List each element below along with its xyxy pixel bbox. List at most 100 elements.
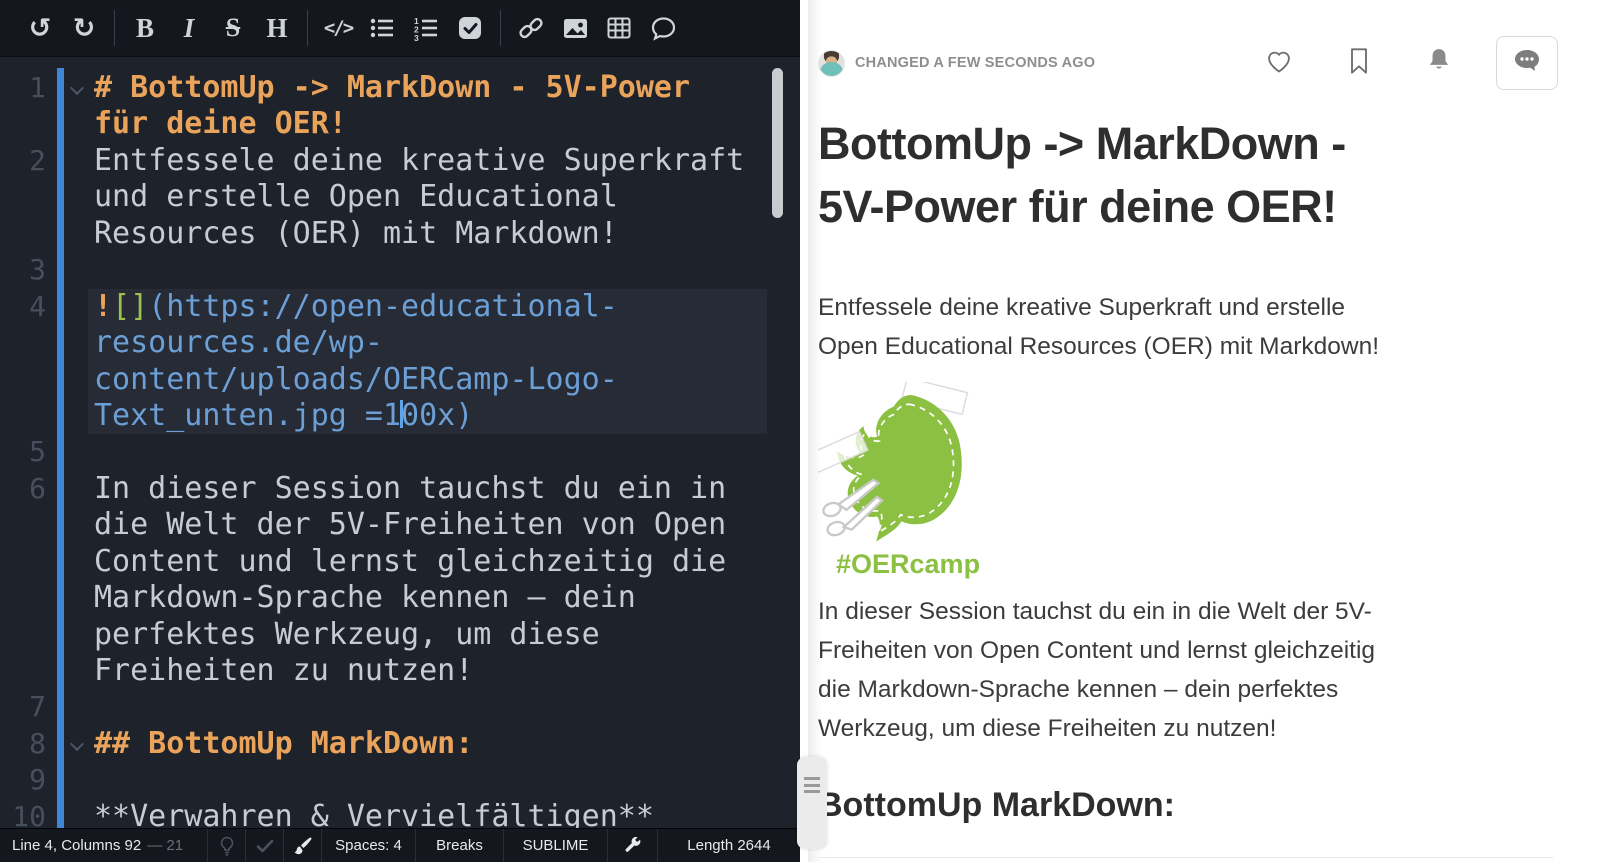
code-line-text: resources.de/wp-	[94, 325, 383, 361]
bell-icon	[1426, 47, 1452, 80]
code-line-text: Markdown-Sprache kennen – dein	[94, 580, 636, 616]
toolbar-group-blocks: </> 123	[307, 10, 500, 46]
code-line-text: # BottomUp -> MarkDown - 5V-Power	[94, 70, 691, 105]
comment-icon	[650, 15, 677, 42]
code-line-text: die Welt der 5V-Freiheiten von Open	[94, 507, 727, 543]
section-heading: BottomUp MarkDown:	[818, 786, 1175, 824]
hint-button[interactable]	[208, 829, 246, 862]
bullet-list-button[interactable]	[360, 8, 404, 48]
code-row[interactable]: 2 Entfessele deine kreative Superkraft	[0, 143, 800, 179]
editor-scrollbar[interactable]	[772, 68, 783, 218]
code-row[interactable]: Content und lernst gleichzeitig die	[0, 544, 800, 580]
code-row[interactable]: 9	[0, 762, 800, 798]
lightbulb-icon	[219, 836, 235, 856]
editor-toolbar: ↺ ↻ B I S H </> 123	[0, 0, 800, 57]
avatar[interactable]	[818, 49, 845, 77]
status-bar: Line 4, Columns 92 — 21 Spaces: 4 Breaks…	[0, 828, 800, 862]
toolbar-group-history: ↺ ↻	[10, 10, 114, 46]
code-button[interactable]: </>	[316, 8, 360, 48]
code-row[interactable]: 4 ![](https://open-educational-	[0, 288, 800, 326]
cursor-position-text: Line 4, Columns 92	[12, 837, 142, 854]
code-row[interactable]: content/uploads/OERCamp-Logo-	[0, 361, 800, 399]
code-row[interactable]: 7	[0, 689, 800, 725]
app: ↺ ↻ B I S H </> 123 1 # BottomUp -> Mark…	[0, 0, 1600, 862]
preview-pane: CHANGED A FEW SECONDS AGO BottomUp -> Ma…	[797, 0, 1600, 862]
ordered-list-button[interactable]: 123	[404, 8, 448, 48]
check-icon	[256, 839, 274, 853]
section-divider	[818, 857, 1553, 858]
code-line-text: Text_unten.jpg =100x)	[94, 397, 474, 433]
code-row[interactable]: 1 # BottomUp -> MarkDown - 5V-Power	[0, 70, 800, 106]
like-button[interactable]	[1264, 48, 1294, 78]
code-row[interactable]: Text_unten.jpg =100x)	[0, 397, 800, 435]
toolbar-group-insert	[500, 10, 693, 46]
bold-button[interactable]: B	[123, 8, 167, 48]
code-line-text: Entfessele deine kreative Superkraft	[94, 142, 745, 178]
line-number: 9	[29, 763, 46, 797]
code-row[interactable]: Markdown-Sprache kennen – dein	[0, 580, 800, 616]
code-row[interactable]: 3	[0, 252, 800, 288]
code-row[interactable]: 6 In dieser Session tauchst du ein in	[0, 471, 800, 507]
document-title: BottomUp -> MarkDown -5V-Power für deine…	[818, 118, 1346, 232]
intro-paragraph: Entfessele deine kreative Superkraft und…	[818, 294, 1379, 360]
undo-button[interactable]: ↺	[18, 8, 62, 48]
wrench-icon	[624, 836, 642, 855]
code-row[interactable]: die Welt der 5V-Freiheiten von Open	[0, 507, 800, 543]
bullet-list-icon	[369, 15, 395, 41]
line-number: 1	[29, 71, 46, 104]
preferences-button[interactable]	[608, 829, 658, 862]
italic-button[interactable]: I	[167, 8, 211, 48]
heart-icon	[1265, 48, 1293, 79]
fold-chevron-icon[interactable]	[70, 739, 84, 753]
line-number: 2	[29, 143, 46, 177]
cursor-position-extra: — 21	[147, 837, 184, 854]
checklist-button[interactable]	[448, 8, 492, 48]
theme-button[interactable]	[284, 829, 322, 862]
code-line-text: Resources (OER) mit Markdown!	[94, 215, 618, 251]
fold-chevron-icon[interactable]	[70, 83, 84, 97]
code-line-text: für deine OER!	[94, 106, 347, 142]
doc-length-label: Length 2644	[687, 837, 771, 854]
oercamp-logo: #OERcamp	[808, 376, 988, 580]
code-line-text: content/uploads/OERCamp-Logo-	[94, 361, 618, 397]
code-row[interactable]: und erstelle Open Educational	[0, 179, 800, 215]
code-row[interactable]: resources.de/wp-	[0, 325, 800, 362]
code-row[interactable]: 10 **Verwahren & Vervielfältigen**	[0, 799, 800, 828]
line-number: 10	[12, 799, 46, 828]
spellcheck-button[interactable]	[246, 829, 284, 862]
indent-setting[interactable]: Spaces: 4	[322, 829, 416, 862]
code-line-text: **Verwahren & Vervielfältigen**	[94, 798, 654, 828]
keymap-setting[interactable]: SUBLIME	[504, 829, 608, 862]
code-row[interactable]: Resources (OER) mit Markdown!	[0, 216, 800, 252]
comments-panel-button[interactable]	[1496, 36, 1558, 90]
code-row[interactable]: perfektes Werkzeug, um diese	[0, 617, 800, 653]
code-line-text: perfektes Werkzeug, um diese	[94, 616, 600, 652]
pane-resize-handle[interactable]	[797, 757, 827, 849]
checklist-icon	[457, 15, 483, 41]
notifications-button[interactable]	[1424, 48, 1454, 78]
heading-button[interactable]: H	[255, 8, 299, 48]
image-button[interactable]	[553, 8, 597, 48]
cursor-position: Line 4, Columns 92 — 21	[0, 829, 208, 862]
code-row[interactable]: Freiheiten zu nutzen!	[0, 653, 800, 689]
bookmark-icon	[1348, 47, 1370, 80]
table-button[interactable]	[597, 8, 641, 48]
toolbar-group-format: B I S H	[114, 10, 307, 46]
grip-icon	[804, 777, 820, 797]
line-number: 5	[29, 435, 46, 469]
comment-button[interactable]	[641, 8, 685, 48]
code-editor[interactable]: 1 # BottomUp -> MarkDown - 5V-Power für de…	[0, 58, 800, 828]
code-row[interactable]: 5	[0, 434, 800, 470]
bookmark-button[interactable]	[1344, 47, 1374, 80]
linebreak-setting[interactable]: Breaks	[416, 829, 504, 862]
redo-button[interactable]: ↻	[62, 8, 106, 48]
link-button[interactable]	[509, 8, 553, 48]
code-row[interactable]: für deine OER!	[0, 106, 800, 142]
code-rows[interactable]: 1 # BottomUp -> MarkDown - 5V-Power für de…	[0, 70, 800, 828]
ordered-list-icon: 123	[413, 15, 439, 41]
code-row[interactable]: 8 ## BottomUp MarkDown:	[0, 726, 800, 762]
strikethrough-button[interactable]: S	[211, 8, 255, 48]
doc-length: Length 2644	[658, 829, 800, 862]
text-cursor	[399, 400, 403, 429]
line-number: 6	[29, 471, 46, 505]
